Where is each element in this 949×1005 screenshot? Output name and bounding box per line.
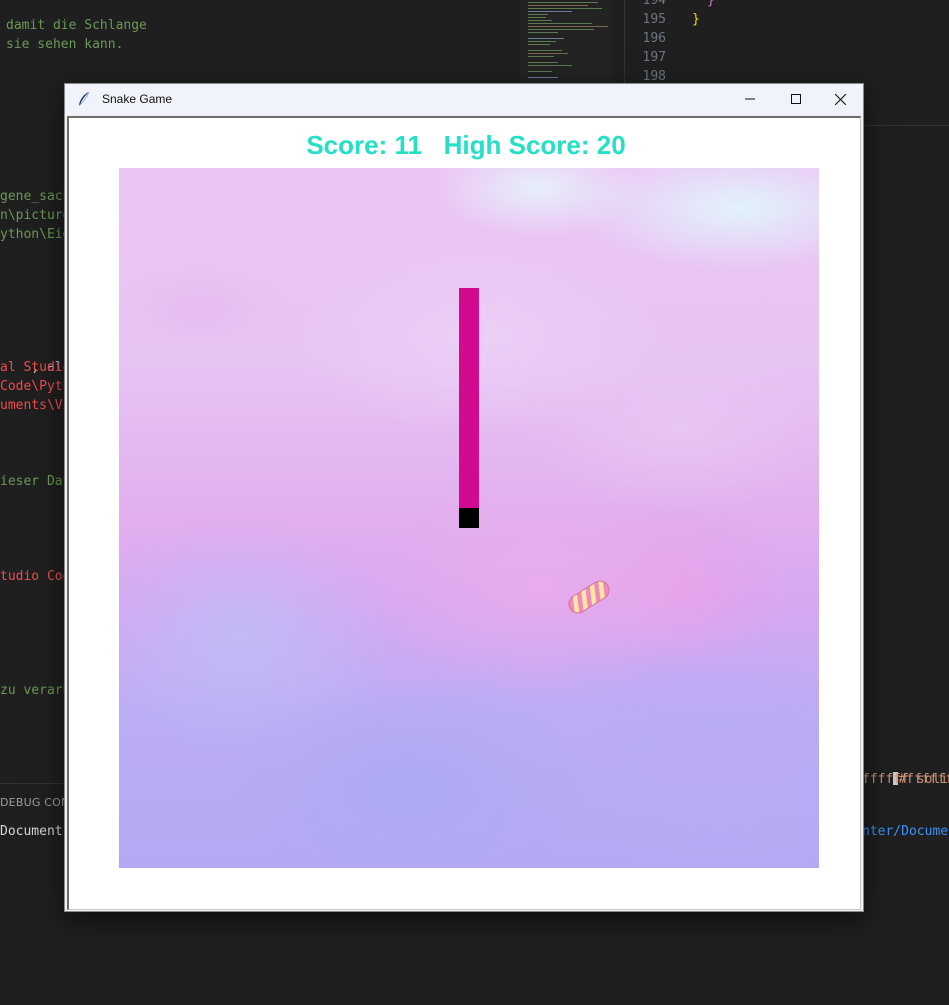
panel-divider [0, 783, 66, 784]
code-comment-line: zu verarb [0, 683, 71, 698]
code-comment-line: sie sehen kann. [6, 37, 124, 52]
candy-icon [565, 574, 613, 624]
close-icon [834, 93, 846, 105]
code-brace: } [707, 0, 715, 8]
snake-segment [459, 288, 479, 308]
line-number: 194 [642, 0, 666, 8]
code-line: Code\Pyth [0, 379, 71, 394]
code-line: tudio Coo [0, 569, 71, 584]
snake-segment [459, 468, 479, 488]
code-line: uments\Vi [0, 398, 71, 413]
snake-segment [459, 328, 479, 348]
snake-segment [459, 488, 479, 508]
code-comment-line: ieser Dat [0, 474, 71, 489]
line-number: 195 [642, 12, 666, 27]
snake-game-window[interactable]: Snake Game Score: 11 High Score: 20 [64, 83, 864, 912]
code-line: ython\Eig [0, 227, 71, 242]
code-comment-line: damit die Schlange [6, 18, 147, 33]
terminal-line: Documents [0, 824, 71, 839]
code-line: ffffff soli [862, 772, 949, 787]
editor-minimap[interactable] [520, 0, 612, 84]
line-number: 197 [642, 50, 666, 65]
snake-segment [459, 408, 479, 428]
feather-icon [75, 90, 93, 108]
maximize-icon [791, 94, 801, 104]
minimize-icon [745, 98, 755, 100]
code-line: al Studio [0, 360, 71, 375]
terminal-line: nter/Document [862, 824, 949, 839]
editor-split-divider[interactable] [624, 0, 625, 84]
maximize-button[interactable] [773, 84, 819, 114]
code-line: gene_sach [0, 189, 71, 204]
code-line: n\picture [0, 208, 71, 223]
snake-segment [459, 308, 479, 328]
score-label: Score: 11 High Score: 20 [306, 130, 626, 160]
snake-segment [459, 448, 479, 468]
code-brace: } [692, 12, 700, 27]
game-field[interactable] [119, 168, 819, 868]
window-title: Snake Game [102, 92, 173, 106]
minimize-button[interactable] [727, 84, 773, 114]
title-bar[interactable]: Snake Game [65, 84, 863, 114]
game-canvas[interactable]: Score: 11 High Score: 20 [67, 116, 861, 910]
line-number: 196 [642, 31, 666, 46]
snake-head [459, 508, 479, 528]
snake-segment [459, 428, 479, 448]
close-button[interactable] [817, 84, 863, 114]
snake-segment [459, 368, 479, 388]
snake-segment [459, 348, 479, 368]
snake-segment [459, 388, 479, 408]
panel-divider [862, 125, 949, 126]
